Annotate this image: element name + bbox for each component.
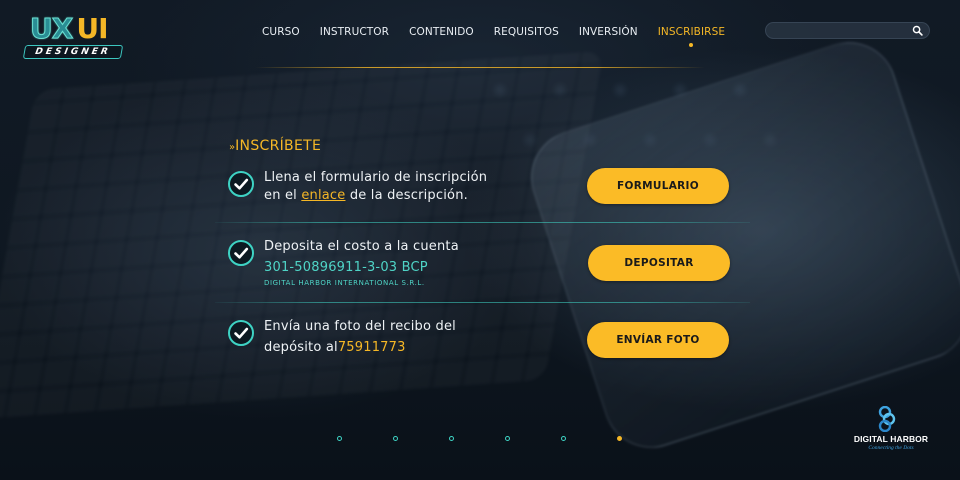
page-dot-3[interactable] — [449, 436, 454, 441]
bank-account-number: 301-50896911-3-03 BCP — [264, 260, 428, 275]
digital-harbor-logo[interactable]: DIGITAL HARBOR Connecting the Dots — [846, 406, 936, 452]
step-3-line-2-prefix: depósito al — [264, 340, 338, 355]
nav-item-inversion[interactable]: INVERSIÓN — [579, 26, 638, 38]
nav-item-curso[interactable]: CURSO — [262, 26, 300, 38]
main-nav: CURSO INSTRUCTOR CONTENIDO REQUISITOS IN… — [262, 26, 745, 47]
depositar-button[interactable]: DEPOSITAR — [588, 245, 730, 281]
logo-wordmark: UX UI — [29, 12, 108, 45]
enviar-foto-button[interactable]: ENVÍAR FOTO — [587, 322, 729, 358]
pagination — [0, 436, 960, 442]
page-dot-2[interactable] — [393, 436, 398, 441]
page-dot-5[interactable] — [561, 436, 566, 441]
check-icon — [228, 320, 254, 346]
ux-ui-designer-logo[interactable]: UX UI DESIGNER — [22, 12, 124, 60]
section-title: » INSCRÍBETE — [229, 138, 321, 154]
search-bar — [765, 22, 930, 39]
formulario-button[interactable]: FORMULARIO — [587, 168, 729, 204]
logo-ui: UI — [76, 12, 108, 45]
check-icon — [228, 240, 254, 266]
active-nav-indicator — [689, 43, 694, 47]
check-icon — [228, 171, 254, 197]
step-3-line-1: Envía una foto del recibo del — [264, 319, 456, 334]
step-2-line-1: Deposita el costo a la cuenta — [264, 239, 459, 254]
page-dot-4[interactable] — [505, 436, 510, 441]
step-divider — [215, 222, 750, 223]
step-1-line-2-suffix: de la descripción. — [345, 188, 468, 203]
digital-harbor-tagline: Connecting the Dots — [868, 445, 914, 451]
step-2-text: Deposita el costo a la cuenta 301-508969… — [264, 238, 459, 289]
nav-item-instructor[interactable]: INSTRUCTOR — [320, 26, 389, 38]
step-3-text: Envía una foto del recibo del depósito a… — [264, 318, 456, 357]
nav-item-contenido[interactable]: CONTENIDO — [409, 26, 474, 38]
digital-harbor-name: DIGITAL HARBOR — [853, 434, 929, 444]
step-divider — [215, 302, 750, 303]
account-holder: DIGITAL HARBOR INTERNATIONAL S.R.L. — [264, 279, 425, 287]
logo-ux: UX — [29, 12, 73, 45]
search-icon[interactable] — [912, 25, 923, 36]
digital-harbor-mark-icon — [878, 406, 896, 432]
page-dot-1[interactable] — [337, 436, 342, 441]
phone-number: 75911773 — [337, 340, 406, 355]
nav-item-inscribirse-label: INSCRIBIRSE — [657, 26, 726, 38]
step-1-text: Llena el formulario de inscripción en el… — [264, 169, 487, 205]
nav-item-requisitos[interactable]: REQUISITOS — [494, 26, 559, 38]
section-title-text: INSCRÍBETE — [235, 138, 322, 154]
step-1-line-2-prefix: en el — [264, 188, 302, 203]
page: UX UI DESIGNER CURSO INSTRUCTOR CONTENIDO… — [0, 0, 960, 480]
nav-divider — [255, 67, 705, 68]
logo-subtitle: DESIGNER — [22, 45, 124, 59]
double-chevron-icon: » — [229, 142, 235, 153]
page-dot-6[interactable] — [617, 436, 622, 441]
search-input[interactable] — [774, 24, 909, 38]
enlace-link[interactable]: enlace — [301, 188, 345, 203]
nav-item-inscribirse[interactable]: INSCRIBIRSE — [657, 26, 726, 47]
background-phone-apps — [470, 70, 870, 180]
step-1-line-1: Llena el formulario de inscripción — [264, 170, 488, 185]
